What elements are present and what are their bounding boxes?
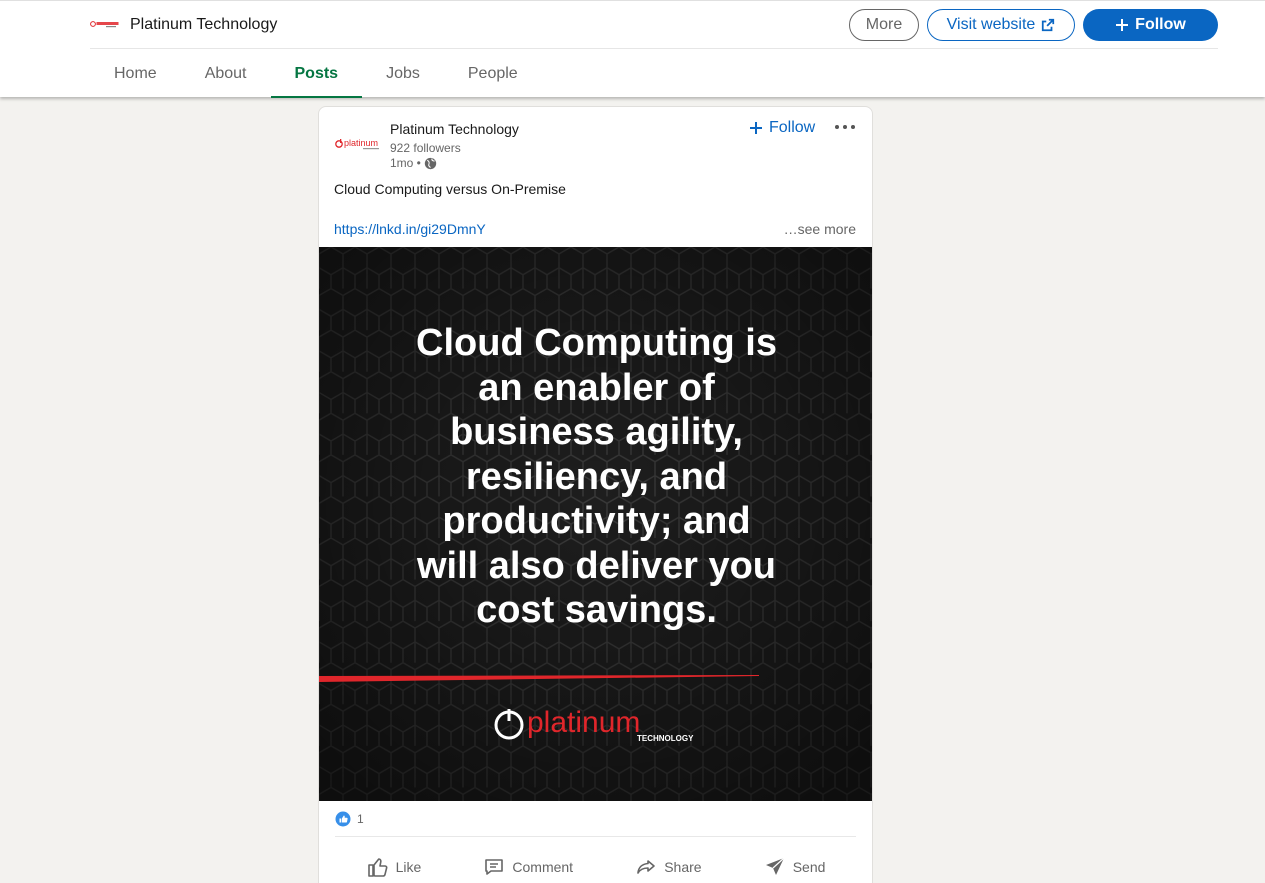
ellipsis-icon [835, 125, 855, 129]
quote-line: business agility, [450, 411, 743, 453]
thumbs-up-icon [367, 858, 388, 877]
tab-posts[interactable]: Posts [270, 50, 363, 98]
quote-line: resiliency, and [465, 455, 728, 498]
more-button[interactable]: More [849, 9, 919, 41]
post-image[interactable]: Cloud Computing is an enabler of busines… [319, 247, 872, 801]
post-actions: Like Comment Share Send [335, 845, 856, 883]
image-quote: Cloud Computing is an enabler of busines… [319, 321, 872, 633]
post-followers: 922 followers [390, 141, 461, 155]
follow-label: Follow [1135, 16, 1186, 33]
post-follow-label: Follow [769, 119, 816, 136]
tab-jobs[interactable]: Jobs [362, 50, 444, 98]
platinum-logo: platinum TECHNOLOGY [494, 706, 694, 743]
follow-company-button[interactable]: Follow [1083, 9, 1218, 41]
comment-icon [485, 859, 504, 875]
send-button[interactable]: Send [751, 845, 838, 883]
post-company-logo[interactable]: platinum [335, 135, 383, 153]
reactions-count[interactable]: 1 [335, 811, 364, 827]
quote-line: productivity; and [442, 500, 751, 542]
plus-icon [1116, 19, 1129, 31]
send-label: Send [792, 859, 826, 875]
visit-website-button[interactable]: Visit website [927, 9, 1075, 41]
company-name[interactable]: Platinum Technology [130, 15, 277, 35]
plus-icon [750, 122, 762, 134]
quote-line: will also deliver you [416, 544, 776, 587]
external-link-icon [1042, 18, 1055, 32]
post-link[interactable]: https://lnkd.in/gi29DmnY [334, 221, 486, 237]
post-card: platinum Platinum Technology 922 followe… [318, 106, 873, 883]
quote-line: an enabler of [478, 366, 715, 409]
post-follow-button[interactable]: Follow [749, 119, 815, 137]
share-icon [637, 860, 656, 874]
tab-home[interactable]: Home [90, 50, 181, 98]
post-time: 1mo • [390, 156, 421, 170]
quote-line: Cloud Computing is [416, 322, 777, 364]
divider [335, 836, 856, 837]
share-label: Share [664, 859, 702, 875]
company-logo[interactable] [90, 17, 122, 31]
svg-text:platinum: platinum [344, 138, 378, 148]
see-more-button[interactable]: …see more [784, 221, 856, 237]
brand-sub: TECHNOLOGY [637, 734, 694, 743]
red-stripe [319, 675, 759, 682]
brand-word: platinum [527, 706, 640, 739]
tab-about[interactable]: About [181, 50, 271, 98]
reaction-count: 1 [357, 812, 364, 826]
post-timestamp: 1mo • [390, 156, 437, 170]
post-more-menu[interactable] [833, 115, 857, 139]
comment-label: Comment [512, 859, 574, 875]
like-reaction-icon [335, 811, 351, 827]
like-label: Like [395, 859, 422, 875]
company-tabs: Home About Posts Jobs People [90, 50, 542, 98]
tab-people[interactable]: People [444, 50, 542, 98]
like-button[interactable]: Like [354, 845, 434, 883]
comment-button[interactable]: Comment [470, 845, 585, 883]
company-header-row: Platinum Technology More Visit website F… [90, 1, 1218, 49]
share-button[interactable]: Share [622, 845, 713, 883]
visit-website-label: Visit website [946, 16, 1036, 33]
company-header: Platinum Technology More Visit website F… [0, 0, 1265, 98]
quote-line: cost savings. [476, 589, 717, 631]
send-icon [765, 857, 785, 875]
post-actor-name[interactable]: Platinum Technology [390, 121, 519, 137]
globe-icon [424, 157, 437, 169]
post-commentary: Cloud Computing versus On-Premise [334, 181, 566, 197]
